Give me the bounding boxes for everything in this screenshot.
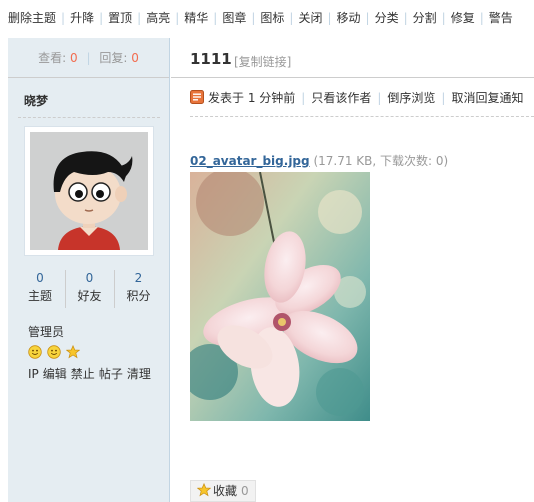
post-author-icon xyxy=(190,90,204,104)
friend-count[interactable]: 0 好友 xyxy=(65,270,113,308)
toolbar-separator: | xyxy=(137,11,142,25)
toolbar-separator: | xyxy=(99,11,104,25)
attachment-image[interactable] xyxy=(190,172,370,421)
meta-divider xyxy=(190,116,534,117)
credit-count[interactable]: 2 积分 xyxy=(114,270,162,308)
cancel-notify-link[interactable]: 取消回复通知 xyxy=(451,91,523,105)
meta-separator: | xyxy=(441,91,446,105)
toolbar-action-10[interactable]: 分割 xyxy=(413,11,437,25)
post-time: 发表于 1 分钟前 xyxy=(208,91,296,105)
author-counts: 0 主题 0 好友 2 积分 xyxy=(16,270,162,308)
favorite-count: 0 xyxy=(241,484,249,498)
toolbar-action-8[interactable]: 移动 xyxy=(337,11,361,25)
author-avatar[interactable] xyxy=(24,126,154,256)
toolbar-separator: | xyxy=(251,11,256,25)
credit-count-label: 积分 xyxy=(126,289,151,303)
toolbar-separator: | xyxy=(289,11,294,25)
toolbar-action-12[interactable]: 警告 xyxy=(489,11,513,25)
attachment-link[interactable]: 02_avatar_big.jpg xyxy=(190,154,310,168)
moderation-toolbar: 删除主题 | 升降 | 置顶 | 高亮 | 精华 | 图章 | 图标 | 关闭 | 移动 | 分类 | 分割 | 修复 | 警告 xyxy=(0,0,534,36)
smiley-icon xyxy=(28,345,42,359)
star-icon xyxy=(197,483,211,497)
reply-label: 回复: xyxy=(99,51,128,65)
meta-separator: | xyxy=(377,91,382,105)
admin-link-1[interactable]: 编辑 xyxy=(43,367,67,381)
toolbar-action-2[interactable]: 置顶 xyxy=(108,11,132,25)
toolbar-action-4[interactable]: 精华 xyxy=(184,11,208,25)
star-icon xyxy=(65,345,80,359)
friend-count-value: 0 xyxy=(85,271,94,285)
topic-count-value: 0 xyxy=(36,271,44,285)
toolbar-action-3[interactable]: 高亮 xyxy=(146,11,170,25)
attachment-line: 02_avatar_big.jpg (17.71 KB, 下载次数: 0) xyxy=(190,152,448,169)
toolbar-separator: | xyxy=(175,11,180,25)
toolbar-separator: | xyxy=(441,11,446,25)
admin-link-4[interactable]: 清理 xyxy=(127,367,151,381)
avatar-cartoon-image xyxy=(30,132,148,250)
toolbar-separator: | xyxy=(213,11,218,25)
friend-count-label: 好友 xyxy=(77,289,102,303)
attachment-info: (17.71 KB, 下载次数: 0) xyxy=(313,154,449,168)
toolbar-separator: | xyxy=(365,11,370,25)
toolbar-separator: | xyxy=(403,11,408,25)
post-main: 1111 [复制链接] 发表于 1 分钟前 | 只看该作者 | 倒序浏览 | 取消回复通知 … xyxy=(171,38,534,502)
favorite-label: 收藏 xyxy=(213,484,238,498)
toolbar-separator: | xyxy=(327,11,332,25)
toolbar-action-1[interactable]: 升降 xyxy=(70,11,94,25)
toolbar-action-0[interactable]: 删除主题 xyxy=(8,11,56,25)
rank-icons xyxy=(28,345,81,359)
topic-count-label: 主题 xyxy=(27,289,52,303)
user-group[interactable]: 管理员 xyxy=(28,323,64,340)
user-sidebar: 查看: 0 | 回复: 0 晓梦 0 主题 0 好友 2 积分 管理员 IP 编… xyxy=(8,38,170,502)
smiley-icon xyxy=(47,345,61,359)
author-username[interactable]: 晓梦 xyxy=(24,92,48,109)
thread-title-bar: 1111 [复制链接] xyxy=(171,38,534,78)
toolbar-action-9[interactable]: 分类 xyxy=(375,11,399,25)
moderation-toolbar-items: 删除主题 | 升降 | 置顶 | 高亮 | 精华 | 图章 | 图标 | 关闭 | 移动 | 分类 | 分割 | 修复 | 警告 xyxy=(8,11,513,25)
thread-title: 1111 xyxy=(190,50,232,68)
toolbar-separator: | xyxy=(61,11,66,25)
view-count: 0 xyxy=(70,51,78,65)
thread-stats: 查看: 0 | 回复: 0 xyxy=(8,38,169,78)
toolbar-separator: | xyxy=(479,11,484,25)
admin-link-3[interactable]: 帖子 xyxy=(99,367,123,381)
admin-links: IP 编辑 禁止 帖子 清理 xyxy=(28,365,155,382)
favorite-button[interactable]: 收藏 0 xyxy=(190,480,256,502)
toolbar-action-7[interactable]: 关闭 xyxy=(298,11,322,25)
stats-separator: | xyxy=(86,51,91,65)
post-meta-bar: 发表于 1 分钟前 | 只看该作者 | 倒序浏览 | 取消回复通知 xyxy=(190,89,534,111)
flower-photo xyxy=(190,172,370,421)
credit-count-value: 2 xyxy=(134,271,143,285)
copy-link-button[interactable]: [复制链接] xyxy=(234,53,291,70)
view-label: 查看: xyxy=(38,51,67,65)
meta-separator: | xyxy=(301,91,306,105)
reply-count: 0 xyxy=(131,51,139,65)
admin-link-2[interactable]: 禁止 xyxy=(71,367,95,381)
admin-link-0[interactable]: IP xyxy=(28,367,39,381)
user-divider xyxy=(18,117,160,118)
topic-count[interactable]: 0 主题 xyxy=(16,270,64,308)
toolbar-action-5[interactable]: 图章 xyxy=(222,11,246,25)
toolbar-action-6[interactable]: 图标 xyxy=(260,11,284,25)
author-only-link[interactable]: 只看该作者 xyxy=(311,91,371,105)
reverse-order-link[interactable]: 倒序浏览 xyxy=(387,91,435,105)
toolbar-action-11[interactable]: 修复 xyxy=(451,11,475,25)
